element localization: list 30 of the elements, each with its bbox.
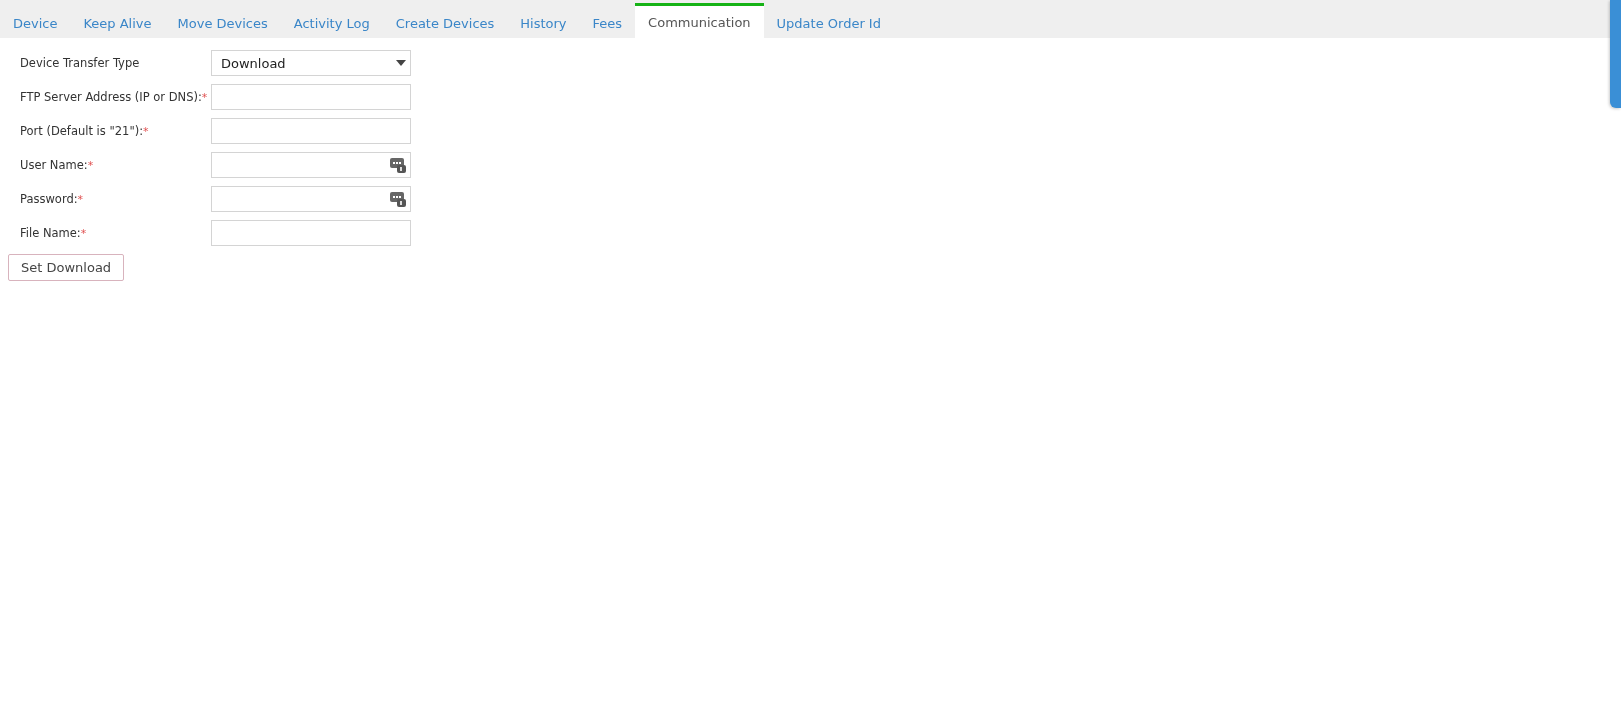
input-field[interactable] bbox=[211, 220, 411, 246]
field-label: File Name: bbox=[20, 226, 81, 240]
tab[interactable]: Keep Alive bbox=[70, 8, 165, 38]
input-field[interactable] bbox=[211, 118, 411, 144]
input-field[interactable] bbox=[211, 84, 411, 110]
tab[interactable]: Fees bbox=[579, 8, 636, 38]
autofill-icon[interactable] bbox=[390, 191, 406, 207]
field-label: User Name: bbox=[20, 158, 88, 172]
dropdown-field[interactable]: Download bbox=[211, 50, 411, 76]
tab[interactable]: Update Order Id bbox=[763, 8, 894, 38]
field-label: FTP Server Address (IP or DNS): bbox=[20, 90, 202, 104]
required-mark: * bbox=[87, 158, 94, 172]
dropdown-caret-icon bbox=[396, 60, 406, 66]
tab[interactable]: Create Devices bbox=[382, 8, 508, 38]
tab[interactable]: Communication bbox=[635, 3, 764, 38]
input-field[interactable] bbox=[211, 186, 411, 212]
field-label: Port (Default is "21"): bbox=[20, 124, 144, 138]
required-mark: * bbox=[143, 124, 149, 138]
autofill-icon[interactable] bbox=[390, 157, 406, 173]
field-label: Password: bbox=[20, 192, 78, 206]
field-label: Device Transfer Type bbox=[20, 56, 140, 70]
required-mark: * bbox=[201, 90, 208, 104]
tab[interactable]: Device bbox=[0, 8, 71, 38]
tab[interactable]: History bbox=[507, 8, 580, 38]
tab[interactable]: Move Devices bbox=[164, 8, 281, 38]
tab[interactable]: Activity Log bbox=[280, 8, 383, 38]
set-download-button[interactable]: Set Download bbox=[8, 254, 125, 281]
required-mark: * bbox=[77, 192, 84, 206]
required-mark: * bbox=[80, 226, 87, 240]
input-field[interactable] bbox=[211, 152, 411, 178]
